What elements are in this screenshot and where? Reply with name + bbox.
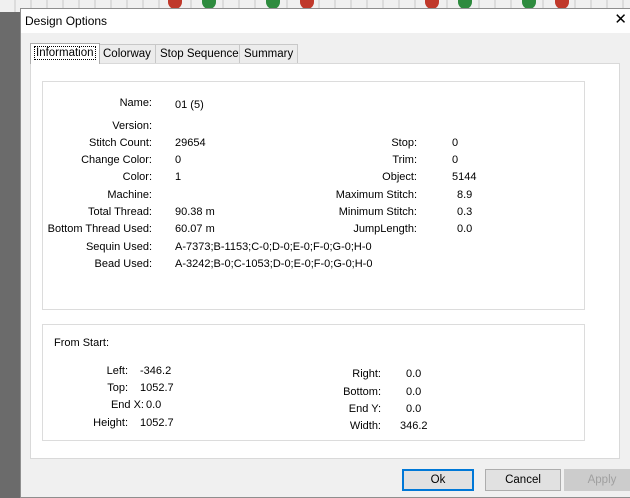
trim-label: Trim: <box>392 154 417 166</box>
end-y-label: End Y: <box>348 403 381 415</box>
minimum-stitch-value: 0.3 <box>457 206 473 218</box>
maximum-stitch-value: 8.9 <box>457 189 473 201</box>
from-start-group: From Start: Left: Top: End X: Height: -3… <box>42 324 585 441</box>
right-label: Right: <box>352 368 381 380</box>
ok-button[interactable]: Ok <box>402 469 474 491</box>
tab-stop-sequence[interactable]: Stop Sequence <box>155 44 244 63</box>
cancel-button[interactable]: Cancel <box>485 469 561 491</box>
change-color-value: 0 <box>175 154 182 166</box>
tab-label: Information <box>34 46 96 60</box>
left-label: Left: <box>106 365 128 377</box>
tab-information[interactable]: Information <box>30 43 100 64</box>
dialog-title: Design Options <box>25 14 108 28</box>
apply-button[interactable]: Apply <box>564 469 630 491</box>
tab-label: Summary <box>244 48 294 60</box>
tab-label: Colorway <box>103 48 151 60</box>
maximum-stitch-label: Maximum Stitch: <box>335 189 417 201</box>
stop-value: 0 <box>452 137 459 149</box>
total-thread-value: 90.38 m <box>175 206 215 218</box>
top-value: 1052.7 <box>140 382 174 394</box>
stitch-count-label: Stitch Count: <box>89 137 152 149</box>
sequin-used-value: A-7373;B-1153;C-0;D-0;E-0;F-0;G-0;H-0 <box>175 241 372 253</box>
jump-length-value: 0.0 <box>457 223 473 235</box>
design-info-group: Name: Version: Stitch Count: Change Colo… <box>42 81 585 310</box>
jump-length-label: JumpLength: <box>353 223 417 235</box>
object-value: 5144 <box>452 171 477 183</box>
tab-colorway[interactable]: Colorway <box>98 44 156 63</box>
end-y-value: 0.0 <box>406 403 422 415</box>
minimum-stitch-label: Minimum Stitch: <box>338 206 417 218</box>
version-label: Version: <box>112 120 152 132</box>
top-label: Top: <box>107 382 128 394</box>
total-thread-label: Total Thread: <box>87 206 152 218</box>
stitch-count-value: 29654 <box>175 137 206 149</box>
name-label: Name: <box>119 97 152 109</box>
change-color-label: Change Color: <box>81 154 152 166</box>
close-icon[interactable]: ✕ <box>614 12 627 27</box>
width-label: Width: <box>349 420 381 432</box>
tab-summary[interactable]: Summary <box>239 44 299 63</box>
height-value: 1052.7 <box>140 417 174 429</box>
trim-value: 0 <box>452 154 459 166</box>
bottom-thread-label: Bottom Thread Used: <box>47 223 152 235</box>
name-value: 01 (5) <box>175 99 204 111</box>
end-x-label: End X: <box>110 399 144 411</box>
end-x-value: 0.0 <box>146 399 162 411</box>
bead-used-value: A-3242;B-0;C-1053;D-0;E-0;F-0;G-0;H-0 <box>175 258 373 270</box>
tab-label: Stop Sequence <box>160 48 239 60</box>
color-value: 1 <box>175 171 182 183</box>
right-value: 0.0 <box>406 368 422 380</box>
bead-used-label: Bead Used: <box>94 258 152 270</box>
machine-label: Machine: <box>107 189 152 201</box>
bottom-value: 0.0 <box>406 386 422 398</box>
title-bar[interactable]: Design Options ✕ <box>21 9 630 33</box>
design-options-dialog: Design Options ✕ Information Colorway St… <box>20 8 630 498</box>
bottom-label: Bottom: <box>343 386 381 398</box>
width-value: 346.2 <box>400 420 428 432</box>
stop-label: Stop: <box>391 137 417 149</box>
left-value: -346.2 <box>140 365 172 377</box>
object-label: Object: <box>382 171 417 183</box>
color-label: Color: <box>122 171 152 183</box>
sequin-used-label: Sequin Used: <box>85 241 152 253</box>
height-label: Height: <box>93 417 128 429</box>
bottom-thread-value: 60.07 m <box>175 223 215 235</box>
from-start-heading: From Start: <box>54 337 110 349</box>
